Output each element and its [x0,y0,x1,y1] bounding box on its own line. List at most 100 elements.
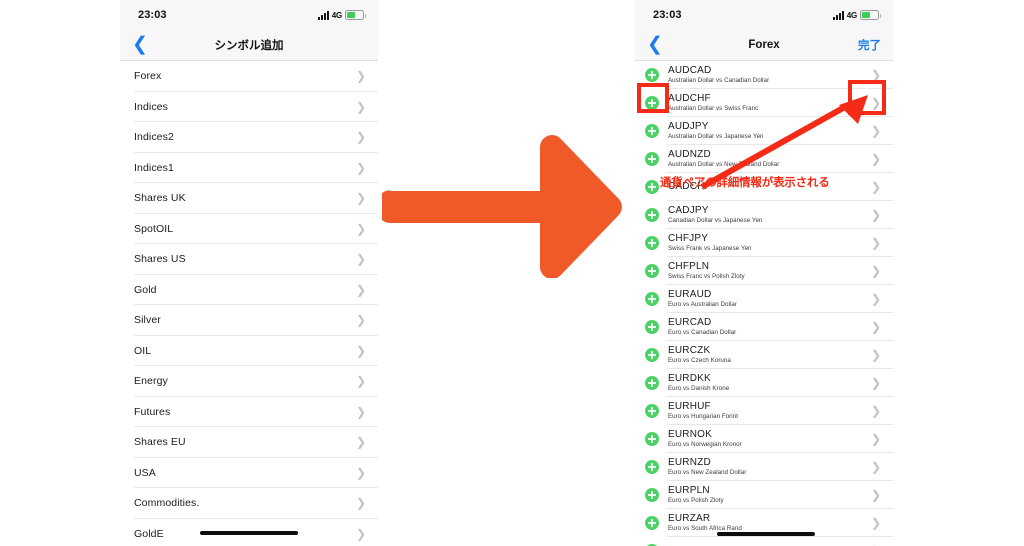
chevron-right-icon[interactable]: ❯ [871,489,881,501]
list-item-label: Indices1 [134,161,174,174]
symbol-text-block: CADJPY Canadian Dollar vs Japanese Yen [668,205,762,224]
symbol-description: Euro vs Canadian Dollar [668,328,737,336]
symbol-text-block: EURDKK Euro vs Danish Krone [668,373,729,392]
table-row[interactable]: GBPAUD❯ [635,537,893,546]
table-row[interactable]: EURCAD Euro vs Canadian Dollar ❯ [635,313,893,341]
add-symbol-button[interactable] [645,264,659,278]
chevron-right-icon: ❯ [355,374,366,389]
symbol-description: Euro vs Danish Krone [668,384,730,392]
chevron-right-icon: ❯ [355,404,366,419]
symbol-name: EURZAR [668,513,711,525]
add-symbol-button[interactable] [645,348,659,362]
symbol-description: Euro vs Czech Koruna [668,356,731,364]
add-symbol-button[interactable] [645,180,659,194]
add-symbol-button[interactable] [645,376,659,390]
list-item[interactable]: Futures ❯ [120,397,378,428]
symbol-text-block: EURCZK Euro vs Czech Koruna [668,345,731,364]
status-time: 23:03 [653,9,682,21]
table-row[interactable]: EURPLN Euro vs Polish Zloty ❯ [635,481,893,509]
symbol-name: EURNOK [668,429,712,441]
list-item[interactable]: Indices1 ❯ [120,153,378,184]
chevron-right-icon[interactable]: ❯ [871,321,881,333]
add-symbol-button[interactable] [645,236,659,250]
status-indicators: 4G [317,10,366,20]
chevron-right-icon[interactable]: ❯ [871,265,881,277]
chevron-right-icon[interactable]: ❯ [871,377,881,389]
list-item[interactable]: Gold ❯ [120,275,378,306]
list-item-label: Energy [134,375,168,388]
orange-transition-arrow-icon [382,135,622,278]
chevron-right-icon[interactable]: ❯ [871,209,881,221]
add-symbol-button[interactable] [645,404,659,418]
chevron-right-icon: ❯ [355,160,366,175]
done-button[interactable]: 完了 [858,37,881,53]
symbol-text-block: CHFPLN Swiss Franc vs Polish Zloty [668,261,745,280]
list-item[interactable]: Shares US ❯ [120,244,378,275]
table-row[interactable]: CHFJPY Swiss Frank vs Japanese Yen ❯ [635,229,893,257]
add-symbol-button[interactable] [645,432,659,446]
phone-screen-left: 23:03 4G ❮ シンボル追加 Forex ❯ Indices ❯ Indices2… [120,0,378,546]
table-row[interactable]: EURAUD Euro vs Australian Dollar ❯ [635,285,893,313]
table-row[interactable]: EURDKK Euro vs Danish Krone ❯ [635,369,893,397]
add-symbol-button[interactable] [645,68,659,82]
add-symbol-button[interactable] [645,124,659,138]
table-row[interactable]: EURCZK Euro vs Czech Koruna ❯ [635,341,893,369]
list-item-label: Forex [134,70,162,83]
list-item-label: Shares UK [134,192,186,205]
add-symbol-button[interactable] [645,208,659,222]
add-symbol-button[interactable] [645,488,659,502]
list-item-label: Silver [134,314,161,327]
chevron-right-icon: ❯ [355,343,366,358]
screenshot-canvas: 23:03 4G ❮ シンボル追加 Forex ❯ Indices ❯ Indices2… [0,0,1024,546]
list-item[interactable]: Shares EU ❯ [120,427,378,458]
table-row[interactable]: CADJPY Canadian Dollar vs Japanese Yen ❯ [635,201,893,229]
symbol-description: Swiss Franc vs Polish Zloty [668,272,745,280]
list-item[interactable]: Silver ❯ [120,305,378,336]
add-symbol-button[interactable] [645,320,659,334]
list-item[interactable]: Commodities. ❯ [120,488,378,519]
status-bar-left: 23:03 4G [120,0,378,30]
symbol-description: Canadian Dollar vs Japanese Yen [668,216,763,224]
list-item[interactable]: Shares UK ❯ [120,183,378,214]
chevron-right-icon[interactable]: ❯ [871,293,881,305]
symbol-description: Euro vs Norwegian Kronor [668,440,742,448]
symbol-description: Euro vs Polish Zloty [668,496,724,504]
list-item[interactable]: OIL ❯ [120,336,378,367]
chevron-right-icon[interactable]: ❯ [871,349,881,361]
chevron-right-icon[interactable]: ❯ [871,517,881,529]
list-item[interactable]: Energy ❯ [120,366,378,397]
chevron-right-icon[interactable]: ❯ [871,461,881,473]
symbol-text-block: EURZAR Euro vs South Africa Rand [668,513,742,532]
list-item-label: Indices2 [134,131,174,144]
chevron-right-icon: ❯ [355,221,366,236]
list-item[interactable]: Indices ❯ [120,92,378,123]
add-symbol-button[interactable] [645,516,659,530]
symbol-name: EURDKK [668,373,711,385]
chevron-right-icon: ❯ [355,435,366,450]
list-item[interactable]: Forex ❯ [120,61,378,92]
symbol-group-list[interactable]: Forex ❯ Indices ❯ Indices2 ❯ Indices1 ❯ Shares U… [120,61,378,546]
symbol-name: EURHUF [668,401,711,413]
status-time: 23:03 [138,9,167,21]
chevron-right-icon: ❯ [355,282,366,297]
symbol-text-block: EURPLN Euro vs Polish Zloty [668,485,724,504]
list-item[interactable]: Indices2 ❯ [120,122,378,153]
table-row[interactable]: EURNZD Euro vs New Zealand Dollar ❯ [635,453,893,481]
table-row[interactable]: EURNOK Euro vs Norwegian Kronor ❯ [635,425,893,453]
table-row[interactable]: EURHUF Euro vs Hungarian Forint ❯ [635,397,893,425]
signal-bars-icon [832,10,844,20]
symbol-text-block: CHFJPY Swiss Frank vs Japanese Yen [668,233,752,252]
chevron-left-icon[interactable]: ❮ [647,35,665,54]
chevron-left-icon[interactable]: ❮ [132,35,150,54]
list-item[interactable]: USA ❯ [120,458,378,489]
add-symbol-button[interactable] [645,460,659,474]
table-row[interactable]: CHFPLN Swiss Franc vs Polish Zloty ❯ [635,257,893,285]
chevron-right-icon[interactable]: ❯ [871,237,881,249]
chevron-right-icon[interactable]: ❯ [871,433,881,445]
list-item-label: SpotOIL [134,222,174,235]
chevron-right-icon[interactable]: ❯ [871,405,881,417]
add-symbol-button[interactable] [645,152,659,166]
list-item[interactable]: SpotOIL ❯ [120,214,378,245]
add-symbol-button[interactable] [645,292,659,306]
chevron-right-icon: ❯ [355,191,366,206]
